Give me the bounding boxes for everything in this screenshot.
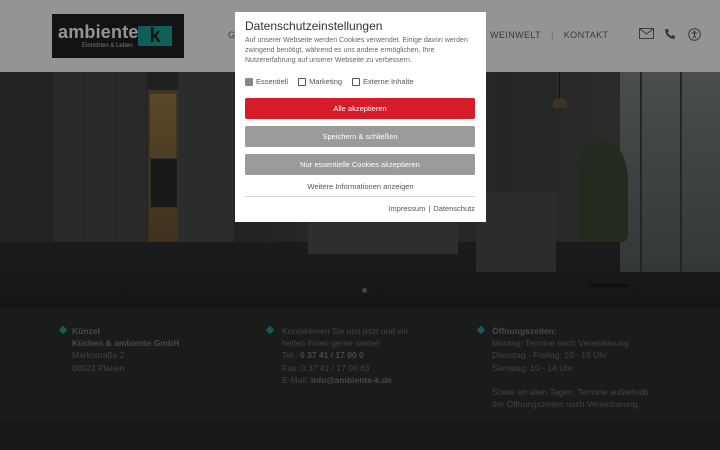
option-essentiell[interactable]: Essentiell <box>245 77 288 86</box>
dialog-title: Datenschutzeinstellungen <box>245 19 383 33</box>
cookie-consent-dialog: Datenschutzeinstellungen Auf unserer Web… <box>235 12 486 222</box>
privacy-link[interactable]: Datenschutz <box>433 204 475 213</box>
dialog-links: Impressum | Datenschutz <box>388 204 475 213</box>
option-label: Marketing <box>309 77 343 86</box>
save-close-button[interactable]: Speichern & schließen <box>245 126 475 147</box>
link-separator: | <box>428 204 431 213</box>
checkbox-essentiell[interactable] <box>245 77 253 86</box>
dialog-divider <box>245 196 475 197</box>
checkbox-externe-inhalte[interactable] <box>352 77 361 86</box>
option-marketing[interactable]: Marketing <box>298 77 342 86</box>
more-info-link[interactable]: Weitere Informationen anzeigen <box>235 182 486 191</box>
dialog-text: Auf unserer Webseite werden Cookies verw… <box>245 37 468 64</box>
accept-all-button[interactable]: Alle akzeptieren <box>245 98 475 119</box>
essential-only-button[interactable]: Nur essentielle Cookies akzeptieren <box>245 154 475 175</box>
imprint-link[interactable]: Impressum <box>388 204 425 213</box>
cookie-options: Essentiell Marketing Externe Inhalte <box>245 77 414 86</box>
option-externe-inhalte[interactable]: Externe Inhalte <box>352 77 414 86</box>
checkbox-marketing[interactable] <box>298 77 307 86</box>
option-label: Externe Inhalte <box>363 77 414 86</box>
option-label: Essentiell <box>256 77 289 86</box>
